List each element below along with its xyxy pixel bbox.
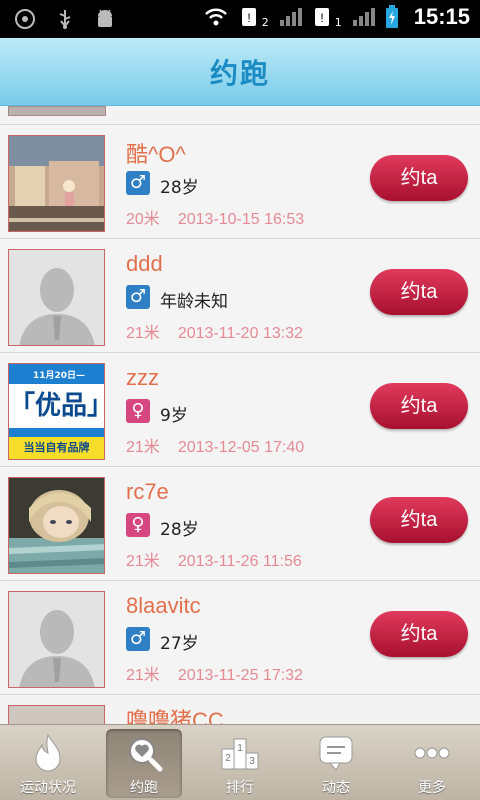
svg-text:!: ! (320, 11, 323, 25)
user-time: 2013-11-25 17:32 (177, 667, 303, 684)
chat-icon (319, 736, 353, 771)
user-time: 2013-11-20 13:32 (177, 325, 303, 342)
page-title: 约跑 (209, 57, 270, 90)
user-time: 2013-11-26 11:56 (177, 553, 302, 570)
tab-ranking[interactable]: 12 3 排行 (192, 725, 288, 800)
tab-running-date[interactable]: 约跑 (96, 725, 192, 800)
svg-text:2: 2 (225, 753, 231, 764)
list-item[interactable]: rc7e ♀ 28岁 21米 2013-11-26 11:56 约ta (0, 466, 480, 580)
user-distance: 21米 (126, 553, 160, 570)
user-list[interactable]: 酷^O^ ♂ 28岁 20米 2013-10-15 16:53 约ta ddd ♂… (0, 106, 480, 724)
cd-icon (15, 9, 35, 29)
tab-label: 动态 (322, 780, 350, 796)
user-name: zzz (126, 365, 159, 390)
male-icon: ♂ (126, 627, 150, 651)
date-user-button[interactable]: 约ta (370, 269, 468, 315)
more-dots-icon (414, 747, 450, 759)
female-icon: ♀ (126, 399, 150, 423)
date-user-button[interactable]: 约ta (370, 383, 468, 429)
user-meta: 20米 2013-10-15 16:53 (126, 205, 304, 229)
tab-label: 约跑 (130, 780, 158, 796)
user-avatar[interactable] (8, 135, 105, 232)
male-icon: ♂ (126, 285, 150, 309)
user-meta: 21米 2013-11-20 13:32 (126, 319, 303, 343)
podium-icon: 12 3 (221, 738, 259, 770)
user-age: 27岁 (160, 634, 199, 654)
wifi-icon (204, 8, 227, 26)
tab-label: 更多 (418, 780, 446, 796)
title-bar: 约跑 (0, 38, 480, 106)
promo-main: 「优品」 (9, 384, 104, 428)
tab-label: 排行 (226, 780, 254, 796)
status-bar: ! 2 ! 1 15:15 (0, 0, 480, 38)
user-age: 28岁 (160, 520, 199, 540)
user-distance: 21米 (126, 439, 160, 456)
date-user-button[interactable]: 约ta (370, 497, 468, 543)
usb-icon (59, 10, 71, 29)
partial-avatar-top (8, 106, 106, 116)
user-avatar (8, 705, 105, 724)
user-distance: 21米 (126, 667, 160, 684)
sim2-label: 2 (261, 15, 269, 29)
android-debug-icon (98, 9, 112, 27)
sim1-label: 1 (334, 15, 342, 29)
svg-text:!: ! (247, 11, 250, 25)
battery-charging-icon (385, 5, 398, 28)
user-distance: 20米 (126, 211, 160, 228)
user-meta: 21米 2013-11-26 11:56 (126, 547, 302, 571)
user-name: 噜噜猪CC (126, 708, 224, 724)
list-item[interactable]: 8laavitc ♂ 27岁 21米 2013-11-25 17:32 约ta (0, 580, 480, 694)
date-user-button[interactable]: 约ta (370, 611, 468, 657)
date-user-button[interactable]: 约ta (370, 155, 468, 201)
user-name: 8laavitc (126, 593, 201, 618)
default-avatar-icon (9, 592, 104, 687)
default-avatar-icon (9, 250, 104, 345)
user-avatar[interactable]: 11月20日— 「优品」 当当自有品牌 (8, 363, 105, 460)
girl-photo-image (9, 478, 104, 573)
svg-text:3: 3 (249, 756, 255, 767)
signal-icon-2 (352, 8, 375, 26)
user-age: 9岁 (160, 406, 188, 426)
list-item[interactable]: 酷^O^ ♂ 28岁 20米 2013-10-15 16:53 约ta (0, 124, 480, 238)
svg-text:1: 1 (237, 743, 243, 754)
user-avatar[interactable] (8, 591, 105, 688)
male-icon: ♂ (126, 171, 150, 195)
list-item-partial[interactable]: 噜噜猪CC (0, 694, 480, 724)
user-time: 2013-12-05 17:40 (177, 439, 305, 456)
user-age: 年龄未知 (160, 292, 228, 312)
user-time: 2013-10-15 16:53 (177, 211, 305, 228)
sim2-alert-icon: ! (241, 8, 256, 26)
list-item[interactable]: 11月20日— 「优品」 当当自有品牌 zzz ♀ 9岁 21米 2013-12-… (0, 352, 480, 466)
tab-label: 运动状况 (20, 780, 76, 796)
user-avatar[interactable] (8, 477, 105, 574)
signal-icon (279, 8, 302, 26)
clock: 15:15 (413, 4, 470, 29)
user-name: rc7e (126, 479, 169, 504)
female-icon: ♀ (126, 513, 150, 537)
promo-bottom: 当当自有品牌 (9, 437, 104, 459)
bottom-tab-bar: 运动状况 约跑 12 3 排行 动态 更多 (0, 724, 480, 800)
user-name: ddd (126, 251, 163, 276)
tab-activity-feed[interactable]: 动态 (288, 725, 384, 800)
user-distance: 21米 (126, 325, 160, 342)
heart-search-icon (129, 738, 163, 772)
user-avatar[interactable] (8, 249, 105, 346)
promo-line1: 11月20日— (33, 371, 86, 381)
sim1-alert-icon: ! (314, 8, 329, 26)
user-meta: 21米 2013-12-05 17:40 (126, 433, 304, 457)
user-name: 酷^O^ (126, 142, 186, 167)
user-age: 28岁 (160, 178, 199, 198)
tab-exercise-status[interactable]: 运动状况 (0, 725, 96, 800)
list-item[interactable]: ddd ♂ 年龄未知 21米 2013-11-20 13:32 约ta (0, 238, 480, 352)
tab-more[interactable]: 更多 (384, 725, 480, 800)
flame-icon (35, 733, 61, 772)
street-photo-image (9, 136, 104, 231)
user-meta: 21米 2013-11-25 17:32 (126, 661, 303, 685)
